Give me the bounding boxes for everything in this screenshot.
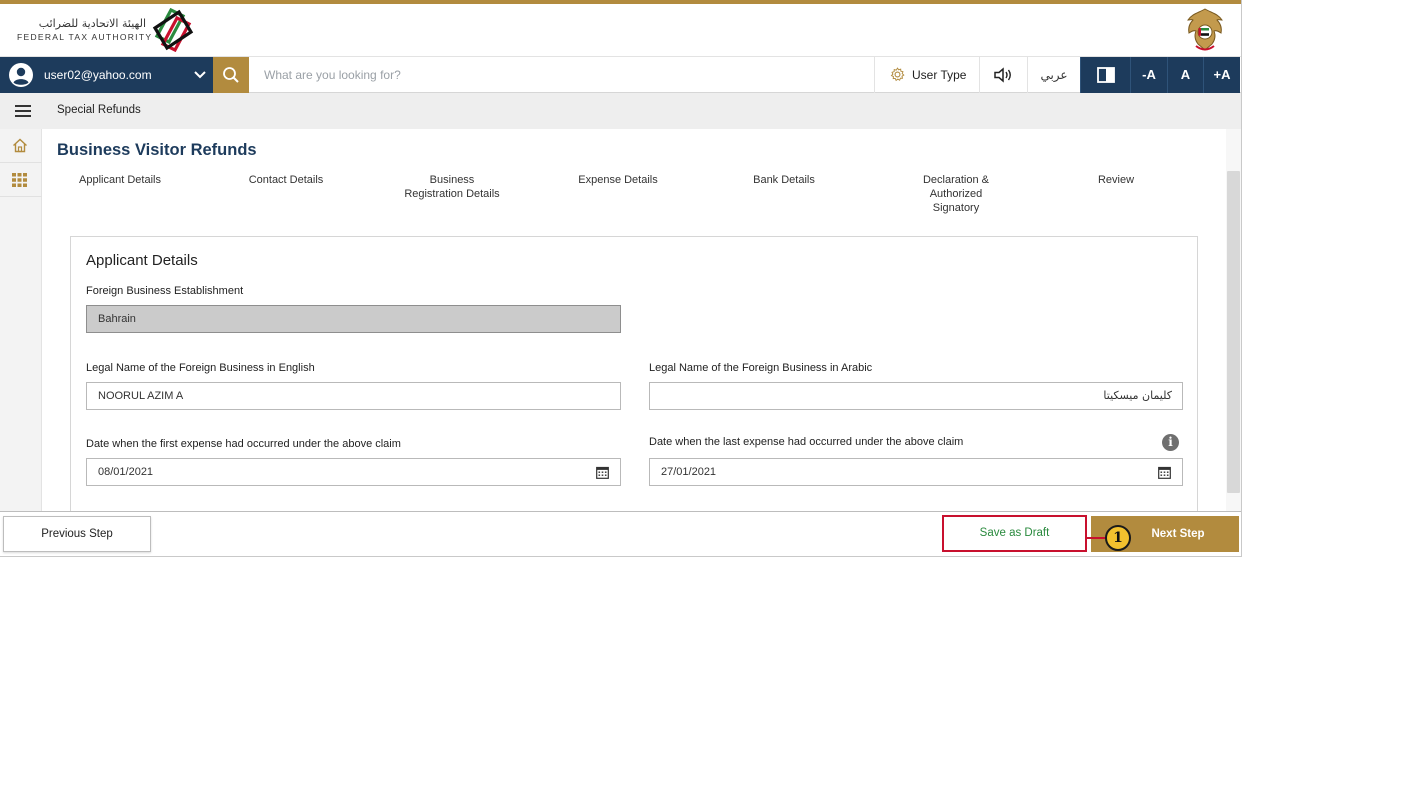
sub-header: Special Refunds	[0, 93, 1241, 129]
legal-name-en-field[interactable]: NOORUL AZIM A	[86, 382, 621, 410]
logo-header: الهيئة الاتحادية للضرائب FEDERAL TAX AUT…	[0, 4, 1241, 57]
hamburger-icon	[15, 105, 31, 117]
app-window: الهيئة الاتحادية للضرائب FEDERAL TAX AUT…	[0, 0, 1242, 557]
calendar-icon[interactable]	[1158, 466, 1171, 479]
step-review[interactable]: Review	[1046, 173, 1186, 187]
legal-name-ar-label: Legal Name of the Foreign Business in Ar…	[649, 362, 873, 374]
top-navbar: user02@yahoo.com User Type	[0, 57, 1241, 93]
font-increase-button[interactable]: +A	[1203, 57, 1240, 93]
uae-emblem-icon	[1187, 8, 1223, 51]
fta-name-english: FEDERAL TAX AUTHORITY	[17, 32, 153, 42]
last-expense-date-label: Date when the last expense had occurred …	[649, 436, 964, 448]
contrast-toggle-button[interactable]	[1080, 57, 1130, 93]
first-expense-date-label: Date when the first expense had occurred…	[86, 438, 401, 450]
section-title: Applicant Details	[86, 252, 198, 269]
main-content: Business Visitor Refunds Applicant Detai…	[43, 129, 1226, 511]
step-declaration-authorized-signatory[interactable]: Declaration & Authorized Signatory	[886, 173, 1026, 215]
search-icon	[223, 67, 239, 83]
scrollbar-thumb[interactable]	[1227, 171, 1240, 493]
legal-name-en-label: Legal Name of the Foreign Business in En…	[86, 362, 315, 374]
step-applicant-details[interactable]: Applicant Details	[50, 173, 190, 187]
step-business-registration-details[interactable]: Business Registration Details	[382, 173, 522, 201]
user-menu[interactable]: user02@yahoo.com	[0, 57, 213, 93]
fta-emblem-icon	[152, 7, 194, 52]
step-bank-details[interactable]: Bank Details	[714, 173, 854, 187]
search-button[interactable]	[213, 57, 249, 93]
home-icon	[13, 138, 27, 153]
user-type-label: User Type	[912, 68, 967, 82]
step-expense-details[interactable]: Expense Details	[548, 173, 688, 187]
callout-marker: 1	[1105, 525, 1131, 551]
callout-connector	[1087, 537, 1107, 539]
sidebar-item-home[interactable]	[0, 129, 42, 163]
gear-icon	[890, 67, 905, 82]
user-email: user02@yahoo.com	[44, 68, 152, 82]
font-decrease-button[interactable]: -A	[1130, 57, 1167, 93]
last-expense-date-field[interactable]: 27/01/2021	[649, 458, 1183, 486]
first-expense-date-value: 08/01/2021	[98, 466, 154, 478]
step-contact-details[interactable]: Contact Details	[216, 173, 356, 187]
legal-name-ar-field[interactable]: كليمان ميسكيتا	[649, 382, 1183, 410]
first-expense-date-field[interactable]: 08/01/2021	[86, 458, 621, 486]
user-type-button[interactable]: User Type	[874, 57, 979, 93]
sidebar-item-services[interactable]	[0, 163, 42, 197]
establishment-field: Bahrain	[86, 305, 621, 333]
speaker-icon	[994, 67, 1011, 83]
font-normal-button[interactable]: A	[1167, 57, 1203, 93]
menu-toggle-button[interactable]	[0, 93, 44, 129]
chevron-down-icon	[194, 71, 206, 79]
calendar-icon[interactable]	[596, 466, 609, 479]
language-switch[interactable]: عربي	[1027, 57, 1080, 93]
search-input[interactable]	[252, 61, 852, 89]
info-icon[interactable]: i	[1162, 434, 1179, 451]
fta-name-arabic: الهيئة الاتحادية للضرائب	[38, 17, 146, 30]
wizard-footer: Previous Step Save as Draft Next Step 1	[0, 511, 1241, 556]
applicant-details-card: Applicant Details Foreign Business Estab…	[70, 236, 1198, 511]
save-as-draft-button[interactable]: Save as Draft	[942, 515, 1087, 552]
fta-logo[interactable]: الهيئة الاتحادية للضرائب FEDERAL TAX AUT…	[16, 6, 206, 54]
establishment-label: Foreign Business Establishment	[86, 285, 244, 297]
contrast-icon	[1097, 67, 1115, 83]
page-title: Business Visitor Refunds	[57, 141, 257, 159]
left-sidebar	[0, 129, 42, 511]
grid-icon	[12, 173, 27, 187]
previous-step-button[interactable]: Previous Step	[3, 516, 151, 552]
text-to-speech-button[interactable]	[979, 57, 1027, 93]
user-avatar-icon	[9, 63, 33, 87]
last-expense-date-value: 27/01/2021	[661, 466, 717, 478]
breadcrumb: Special Refunds	[57, 104, 141, 116]
